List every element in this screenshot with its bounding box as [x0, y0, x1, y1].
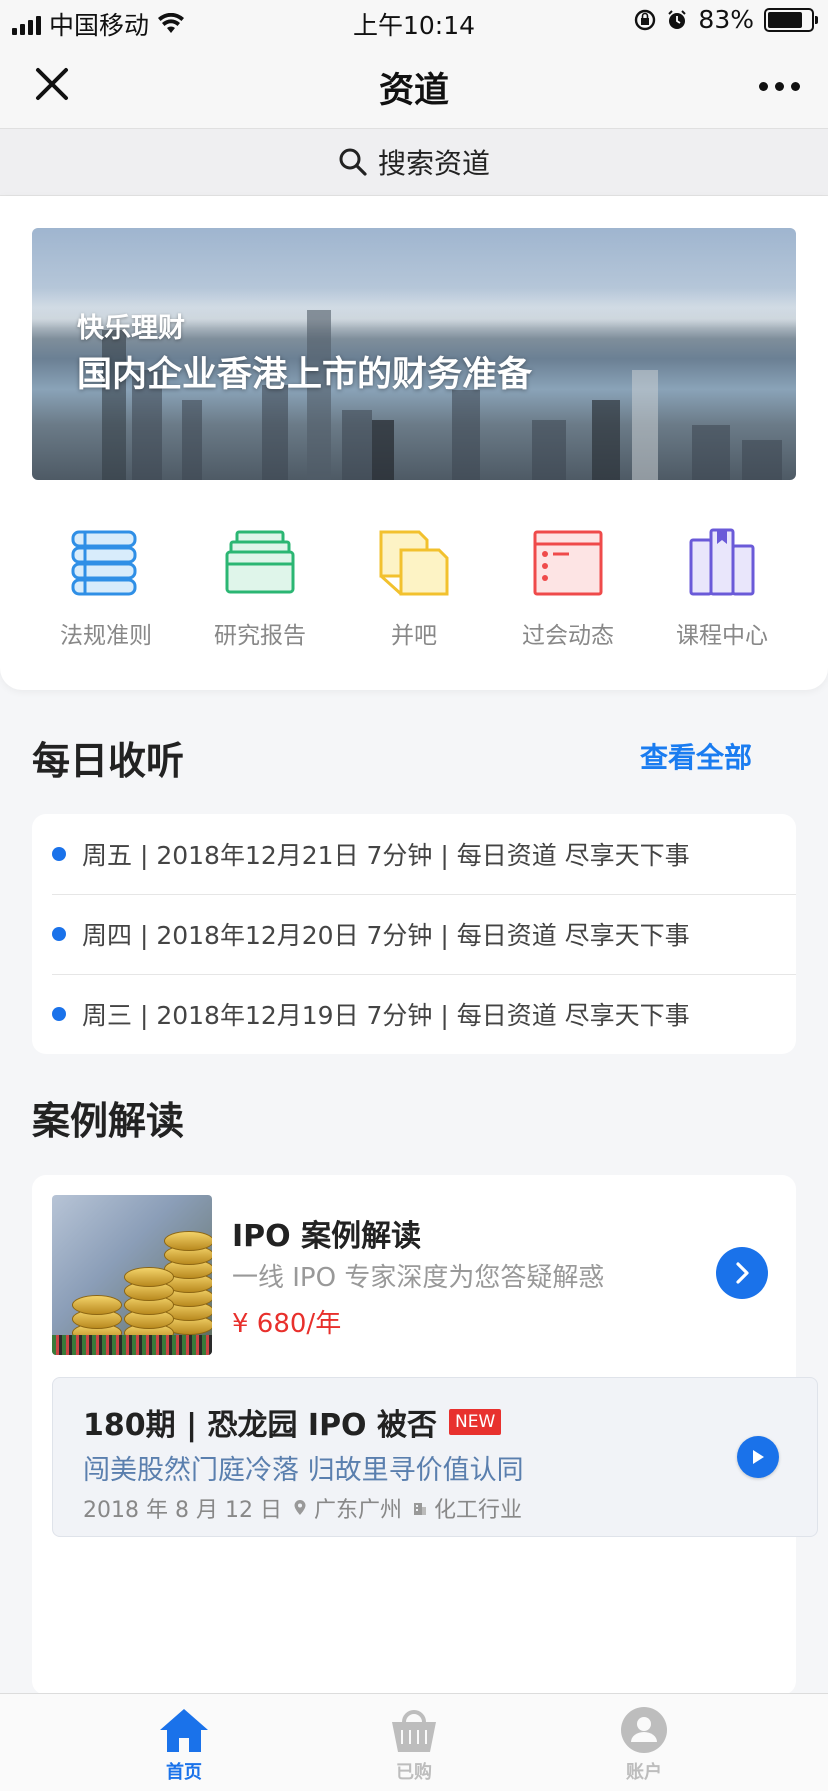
tab-label: 账户: [626, 1762, 662, 1783]
search-placeholder: 搜索资道: [377, 147, 490, 180]
bullet-dot: [52, 847, 66, 861]
tab-bar: 首页 已购 账户: [0, 1693, 828, 1791]
battery-icon: [764, 7, 818, 32]
case-product-title[interactable]: IPO 案例解读: [232, 1211, 421, 1255]
category-label: 研究报告: [214, 623, 306, 649]
status-bar: 中国移动 上午10:14 83%: [0, 0, 828, 40]
episode-subtitle: 闯美股然门庭冷落 归故里寻价值认同: [83, 1455, 524, 1486]
folder-icon: [225, 530, 295, 594]
new-badge: NEW: [449, 1409, 502, 1435]
building-icon: [413, 1503, 426, 1515]
status-right: 83%: [634, 5, 818, 34]
alarm-icon: [668, 9, 687, 29]
episode-meta: 2018 年 8 月 12 日 广东广州 化工行业: [83, 1492, 522, 1524]
category-approval-news[interactable]: 过会动态: [492, 526, 644, 656]
episode-title: 180期 | 恐龙园 IPO 被否: [83, 1408, 438, 1443]
banner-title: 国内企业香港上市的财务准备: [77, 355, 533, 395]
tab-label: 已购: [396, 1762, 432, 1783]
category-courses[interactable]: 课程中心: [646, 526, 798, 656]
play-button[interactable]: [737, 1436, 779, 1478]
category-mergers[interactable]: 并吧: [338, 526, 490, 656]
episode-industry: 化工行业: [433, 1498, 522, 1523]
case-product-price: ¥ 680/年: [232, 1309, 342, 1339]
category-label: 过会动态: [522, 623, 614, 649]
list-item[interactable]: 周三 | 2018年12月19日 7分钟 | 每日资道 尽享天下事: [52, 974, 796, 1054]
banner-subtitle: 快乐理财: [77, 313, 185, 344]
category-label: 法规准则: [60, 623, 152, 649]
page-title: 资道: [378, 71, 449, 111]
bullet-dot: [52, 1007, 66, 1021]
home-icon: [160, 1709, 208, 1752]
bullet-dot: [52, 927, 66, 941]
episode-title-row: 180期 | 恐龙园 IPO 被否 NEW: [83, 1400, 502, 1444]
chevron-right-icon: [736, 1262, 749, 1284]
case-card: IPO 案例解读 一线 IPO 专家深度为您答疑解惑 ¥ 680/年 180期 …: [32, 1175, 818, 1695]
more-options-icon[interactable]: [759, 82, 800, 91]
battery-percent: 83%: [698, 5, 754, 34]
episode-card[interactable]: 180期 | 恐龙园 IPO 被否 NEW 闯美股然门庭冷落 归故里寻价值认同 …: [52, 1377, 818, 1537]
list-item[interactable]: 周五 | 2018年12月21日 7分钟 | 每日资道 尽享天下事: [52, 814, 796, 895]
list-item-text: 周四 | 2018年12月20日 7分钟 | 每日资道 尽享天下事: [82, 921, 690, 950]
tab-purchased[interactable]: 已购: [344, 1706, 484, 1784]
case-product-description: 一线 IPO 专家深度为您答疑解惑: [232, 1263, 605, 1293]
search-icon: [339, 148, 367, 176]
user-icon: [621, 1707, 667, 1753]
category-grid: 法规准则 研究报告 并吧 过会动态 课程中心: [30, 526, 798, 656]
list-item-text: 周五 | 2018年12月21日 7分钟 | 每日资道 尽享天下事: [82, 841, 690, 870]
tab-home[interactable]: 首页: [114, 1706, 254, 1784]
category-label: 课程中心: [676, 623, 768, 649]
category-regulations[interactable]: 法规准则: [30, 526, 182, 656]
cases-heading: 案例解读: [32, 1099, 185, 1143]
tab-account[interactable]: 账户: [574, 1706, 714, 1784]
episode-date: 2018 年 8 月 12 日: [83, 1498, 282, 1523]
list-item-text: 周三 | 2018年12月19日 7分钟 | 每日资道 尽享天下事: [82, 1001, 690, 1030]
play-icon: [753, 1450, 764, 1464]
notes-icon: [379, 530, 449, 596]
open-case-button[interactable]: [716, 1247, 768, 1299]
top-card: 快乐理财 国内企业香港上市的财务准备 法规准则 研究报告 并吧 过会动态 课程中…: [0, 196, 828, 690]
book-stack-icon: [689, 528, 755, 596]
navigation-bar: 资道: [0, 40, 828, 129]
list-item[interactable]: 周四 | 2018年12月20日 7分钟 | 每日资道 尽享天下事: [52, 894, 796, 975]
daily-heading: 每日收听: [32, 739, 185, 783]
case-thumbnail[interactable]: [52, 1195, 212, 1355]
location-pin-icon: [294, 1500, 306, 1515]
search-bar[interactable]: 搜索资道: [0, 129, 828, 196]
tab-label: 首页: [166, 1762, 202, 1783]
episode-location: 广东广州: [313, 1498, 402, 1523]
books-icon: [71, 530, 137, 596]
calendar-window-icon: [533, 530, 603, 596]
daily-list: 周五 | 2018年12月21日 7分钟 | 每日资道 尽享天下事 周四 | 2…: [32, 814, 796, 1054]
orientation-lock-icon: [635, 9, 656, 30]
featured-banner[interactable]: 快乐理财 国内企业香港上市的财务准备: [32, 228, 796, 480]
view-all-link[interactable]: 查看全部: [640, 736, 752, 776]
category-research-reports[interactable]: 研究报告: [184, 526, 336, 656]
shopping-basket-icon: [392, 1710, 436, 1752]
category-label: 并吧: [391, 623, 437, 649]
